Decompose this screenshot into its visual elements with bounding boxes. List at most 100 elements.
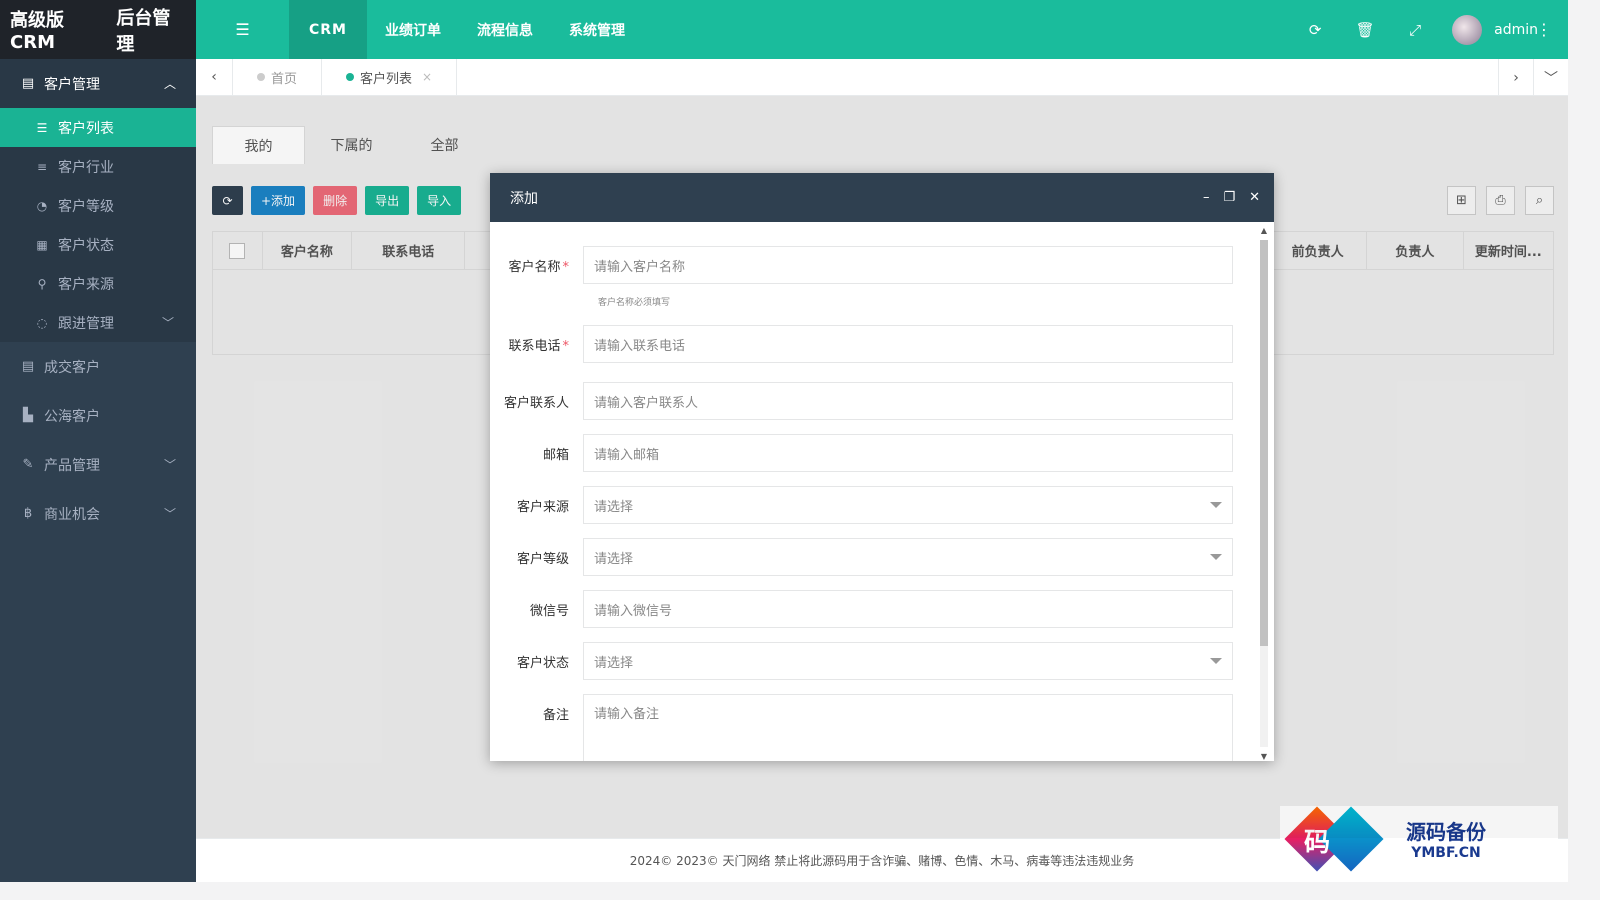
- align-center-icon: ≡: [36, 159, 48, 174]
- modal-title: 添加: [510, 190, 538, 207]
- sidebar-item-label: 客户来源: [58, 276, 114, 293]
- close-icon[interactable]: ✕: [1249, 190, 1260, 205]
- sidebar-item-customer-level[interactable]: ◔ 客户等级: [0, 186, 196, 225]
- sidebar-group-customer-mgmt[interactable]: ▤ 客户管理 ︿: [0, 59, 196, 108]
- tab-customer-list[interactable]: 客户列表 ×: [322, 58, 458, 96]
- tabs-scroll-left-icon[interactable]: ‹: [196, 58, 233, 96]
- topnav-crm[interactable]: CRM: [289, 0, 367, 59]
- select-value: 请选择: [594, 551, 634, 567]
- sidebar-group-public-pool[interactable]: ▙ 公海客户: [0, 391, 196, 440]
- chevron-down-icon: ﹀: [163, 507, 176, 521]
- scroll-down-icon[interactable]: ▼: [1260, 752, 1268, 761]
- field-label: 备注: [542, 708, 569, 723]
- tab-label: 首页: [271, 71, 298, 87]
- select-value: 请选择: [594, 499, 634, 515]
- tab-home[interactable]: 首页: [233, 58, 323, 96]
- modal-header: 添加 – ❐ ✕: [490, 173, 1274, 222]
- sidebar-item-followup[interactable]: ◌ 跟进管理 ﹀: [0, 303, 196, 342]
- field-label: 微信号: [529, 603, 569, 619]
- sidebar-item-customer-status[interactable]: ▦ 客户状态: [0, 225, 196, 264]
- tabs-scroll-right-icon[interactable]: ›: [1498, 59, 1533, 96]
- page-tabs-bar: ‹ 首页 客户列表 × › ﹀: [196, 58, 1568, 96]
- tab-dot: [346, 73, 355, 81]
- field-row-phone: 联系电话 * 请输入联系电话: [490, 325, 1250, 363]
- sidebar-group-deal-customers[interactable]: ▤ 成交客户: [0, 342, 196, 391]
- contact-input[interactable]: 请输入客户联系人: [583, 382, 1233, 420]
- field-label: 客户来源: [516, 499, 569, 515]
- comments-icon: ◌: [36, 315, 48, 330]
- field-row-wechat: 微信号 请输入微信号: [490, 590, 1250, 628]
- sidebar-group-product-mgmt[interactable]: ✎ 产品管理 ﹀: [0, 440, 196, 489]
- field-label: 客户联系人: [503, 395, 569, 411]
- wechat-input[interactable]: 请输入微信号: [583, 590, 1233, 628]
- field-row-remark: 备注 请输入备注: [490, 694, 1250, 761]
- field-label: 联系电话 *: [508, 338, 570, 354]
- phone-input[interactable]: 请输入联系电话: [583, 325, 1233, 363]
- sidebar-item-customer-list[interactable]: ☰ 客户列表: [0, 108, 196, 147]
- tab-dot: [257, 73, 265, 81]
- email-input[interactable]: 请输入邮箱: [583, 434, 1233, 472]
- field-row-customer-name: 客户名称 * 请输入客户名称: [490, 246, 1250, 284]
- modal-controls: – ❐ ✕: [1203, 190, 1260, 205]
- more-vertical-icon[interactable]: ⋮: [1536, 20, 1552, 39]
- required-mark: *: [562, 259, 570, 275]
- trash-icon[interactable]: 🗑: [1340, 21, 1390, 39]
- source-select[interactable]: 请选择: [583, 486, 1233, 524]
- field-help-text: 客户名称必须填写: [598, 298, 671, 308]
- sidebar-item-customer-industry[interactable]: ≡ 客户行业: [0, 147, 196, 186]
- topnav-system[interactable]: 系统管理: [551, 0, 643, 59]
- level-select[interactable]: 请选择: [583, 538, 1233, 576]
- sidebar-item-customer-source[interactable]: ⚲ 客户来源: [0, 264, 196, 303]
- caret-down-icon: [1210, 554, 1222, 560]
- chevron-down-icon: ﹀: [161, 316, 174, 330]
- tab-label: 客户列表: [360, 71, 413, 87]
- sidebar-group-opportunities[interactable]: ฿ 商业机会 ﹀: [0, 489, 196, 538]
- sidebar-item-label: 跟进管理: [58, 315, 114, 332]
- id-card-icon: ▤: [21, 76, 35, 91]
- status-select[interactable]: 请选择: [583, 642, 1233, 680]
- caret-down-icon: [1210, 502, 1222, 508]
- refresh-icon[interactable]: ⟳: [1290, 21, 1340, 39]
- field-row-email: 邮箱 请输入邮箱: [490, 434, 1250, 472]
- field-label: 邮箱: [542, 447, 569, 463]
- newspaper-icon: ▦: [36, 237, 48, 252]
- fullscreen-icon[interactable]: ⤢: [1390, 21, 1440, 39]
- close-icon[interactable]: ×: [422, 70, 432, 84]
- username[interactable]: admin: [1494, 22, 1538, 38]
- brush-icon: ✎: [22, 457, 34, 472]
- field-row-contact: 客户联系人 请输入客户联系人: [490, 382, 1250, 420]
- remark-textarea[interactable]: 请输入备注: [583, 694, 1233, 761]
- tabs-menu-chevron-icon[interactable]: ﹀: [1533, 59, 1568, 96]
- maximize-icon[interactable]: ❐: [1223, 190, 1235, 205]
- scroll-thumb[interactable]: [1260, 240, 1268, 646]
- minimize-icon[interactable]: –: [1203, 190, 1210, 205]
- field-row-status: 客户状态 请选择: [490, 642, 1250, 680]
- avatar[interactable]: [1452, 14, 1483, 45]
- topnav-orders[interactable]: 业绩订单: [367, 0, 459, 59]
- customer-name-input[interactable]: 请输入客户名称: [583, 246, 1233, 284]
- bar-chart-icon: ▙: [23, 408, 33, 423]
- sidebar-group-label: 公海客户: [44, 408, 100, 425]
- bitcoin-icon: ฿: [23, 506, 33, 521]
- sidebar-group-label: 客户管理: [44, 76, 100, 93]
- modal-body: 客户名称 * 请输入客户名称 客户名称必须填写 联系电话 * 请输入联系电话 客户联…: [490, 222, 1274, 761]
- topnav-flow[interactable]: 流程信息: [459, 0, 551, 59]
- sidebar-group-label: 商业机会: [44, 506, 100, 523]
- menu-toggle-icon[interactable]: ☰: [196, 0, 289, 59]
- chevron-down-icon: ﹀: [163, 458, 176, 472]
- top-menu: CRM 业绩订单 流程信息 系统管理: [289, 0, 643, 59]
- scroll-up-icon[interactable]: ▲: [1260, 226, 1268, 235]
- id-card-icon: ▤: [21, 359, 35, 374]
- walking-icon: ⚲: [37, 276, 47, 291]
- sidebar-item-label: 客户状态: [58, 237, 114, 254]
- add-customer-modal: 添加 – ❐ ✕ 客户名称 * 请输入客户名称 客户名称必须填写 联系电话 * 请输…: [490, 173, 1274, 761]
- footer-text: 2024© 2023© 天门网络 禁止将此源码用于含诈骗、赌博、色情、木马、病毒…: [629, 854, 1135, 868]
- sidebar-submenu: ☰ 客户列表 ≡ 客户行业 ◔ 客户等级 ▦ 客户状态 ⚲ 客户来源 ◌ 跟进管…: [0, 108, 196, 342]
- top-navbar: ☰ CRM 业绩订单 流程信息 系统管理 ⟳ 🗑 ⤢ admin ⋮: [196, 0, 1568, 59]
- field-label: 客户名称 *: [508, 259, 570, 275]
- modal-scrollbar[interactable]: ▲ ▼: [1258, 226, 1270, 761]
- required-mark: *: [562, 338, 570, 354]
- tabs-right-controls: › ﹀: [1498, 59, 1568, 96]
- dashboard-icon: ◔: [36, 198, 48, 213]
- field-row-level: 客户等级 请选择: [490, 538, 1250, 576]
